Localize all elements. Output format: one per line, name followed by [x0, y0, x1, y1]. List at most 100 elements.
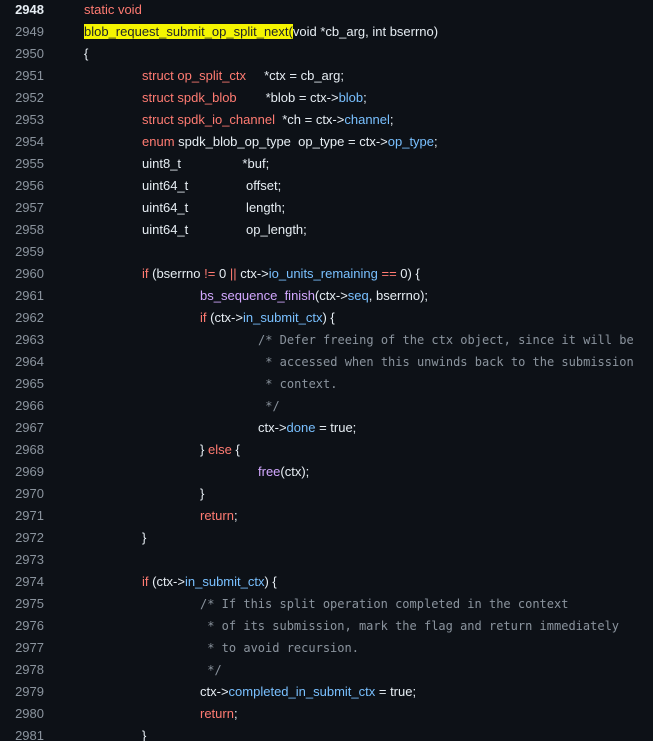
- code-token: ;: [389, 112, 394, 127]
- code-token: completed_in_submit_ctx: [228, 684, 376, 699]
- code-token: ctx->: [258, 420, 287, 435]
- code-text: blob_request_submit_op_split_next(void *…: [84, 21, 438, 43]
- line-number[interactable]: 2961: [0, 285, 44, 307]
- code-text: } else {: [200, 439, 240, 461]
- code-token: 0: [215, 266, 230, 281]
- code-line: 2968 } else {: [0, 439, 653, 461]
- code-text: /* If this split operation completed in …: [200, 593, 568, 615]
- code-line: 2973: [0, 549, 653, 571]
- code-line: 2954 enum spdk_blob_op_type op_type = ctx…: [0, 131, 653, 153]
- line-number[interactable]: 2955: [0, 153, 44, 175]
- line-number[interactable]: 2968: [0, 439, 44, 461]
- line-number[interactable]: 2973: [0, 549, 44, 571]
- line-number[interactable]: 2957: [0, 197, 44, 219]
- line-number[interactable]: 2953: [0, 109, 44, 131]
- code-text: free(ctx);: [258, 461, 309, 483]
- code-text: ctx->done = true;: [258, 417, 356, 439]
- line-number[interactable]: 2948: [0, 0, 44, 21]
- code-line: 2950 {: [0, 43, 653, 65]
- code-token: }: [200, 486, 205, 501]
- line-number[interactable]: 2974: [0, 571, 44, 593]
- code-token: free: [258, 464, 281, 479]
- line-number[interactable]: 2970: [0, 483, 44, 505]
- code-token: return: [200, 508, 234, 523]
- code-line: 2972}: [0, 527, 653, 549]
- code-line: 2959: [0, 241, 653, 263]
- code-line: 2961 bs_sequence_finish(ctx->seq, bserrno…: [0, 285, 653, 307]
- code-line: 2957 uint64_t length;: [0, 197, 653, 219]
- code-text: return;: [200, 505, 238, 527]
- line-number[interactable]: 2962: [0, 307, 44, 329]
- line-number[interactable]: 2954: [0, 131, 44, 153]
- code-token: uint8_t *buf;: [142, 156, 270, 171]
- line-number[interactable]: 2958: [0, 219, 44, 241]
- line-number[interactable]: 2949: [0, 21, 44, 43]
- line-number[interactable]: 2951: [0, 65, 44, 87]
- line-number[interactable]: 2976: [0, 615, 44, 637]
- code-token: ctx->: [200, 684, 229, 699]
- code-token: * context.: [258, 377, 338, 391]
- code-line: 2958 uint64_t op_length;: [0, 219, 653, 241]
- code-line: 2975 /* If this split operation completed…: [0, 593, 653, 615]
- line-number[interactable]: 2981: [0, 725, 44, 741]
- code-text: * to avoid recursion.: [200, 637, 359, 659]
- line-number[interactable]: 2950: [0, 43, 44, 65]
- code-token: * accessed when this unwinds back to the…: [258, 355, 634, 369]
- code-token: in_submit_ctx: [242, 310, 323, 325]
- code-line: 2977 * to avoid recursion.: [0, 637, 653, 659]
- code-line: 2963 /* Defer freeing of the ctx object, …: [0, 329, 653, 351]
- code-token: */: [200, 663, 222, 677]
- code-token: {: [84, 46, 89, 61]
- code-token: struct spdk_io_channel: [142, 112, 275, 127]
- code-token: uint64_t length;: [142, 200, 286, 215]
- line-number[interactable]: 2960: [0, 263, 44, 285]
- code-text: uint64_t offset;: [142, 175, 281, 197]
- code-token: ==: [381, 266, 397, 281]
- code-token: op_type: [387, 134, 435, 149]
- line-number[interactable]: 2971: [0, 505, 44, 527]
- code-line: 2978 */: [0, 659, 653, 681]
- code-token: */: [258, 399, 280, 413]
- code-text: uint64_t op_length;: [142, 219, 307, 241]
- code-token: void *cb_arg, int bserrno): [292, 24, 439, 39]
- line-number[interactable]: 2980: [0, 703, 44, 725]
- line-number[interactable]: 2963: [0, 329, 44, 351]
- code-token: * of its submission, mark the flag and r…: [200, 619, 620, 633]
- line-number[interactable]: 2965: [0, 373, 44, 395]
- code-line: 2953 struct spdk_io_channel *ch = ctx->ch…: [0, 109, 653, 131]
- code-text: }: [200, 483, 204, 505]
- code-text: uint64_t length;: [142, 197, 285, 219]
- code-text: enum spdk_blob_op_type op_type = ctx->op…: [142, 131, 438, 153]
- code-token: channel: [344, 112, 390, 127]
- code-text: */: [258, 395, 280, 417]
- code-line: 2962 if (ctx->in_submit_ctx) {: [0, 307, 653, 329]
- line-number[interactable]: 2978: [0, 659, 44, 681]
- code-line: 2970}: [0, 483, 653, 505]
- line-number[interactable]: 2956: [0, 175, 44, 197]
- line-number[interactable]: 2952: [0, 87, 44, 109]
- code-token: bs_sequence_finish: [200, 288, 315, 303]
- line-number[interactable]: 2964: [0, 351, 44, 373]
- code-token: {: [231, 442, 240, 457]
- line-number[interactable]: 2979: [0, 681, 44, 703]
- code-token: *blob = ctx->: [236, 90, 339, 105]
- line-number[interactable]: 2977: [0, 637, 44, 659]
- code-token: , bserrno);: [368, 288, 429, 303]
- line-number[interactable]: 2967: [0, 417, 44, 439]
- code-token: uint64_t op_length;: [142, 222, 307, 237]
- code-token: *ch = ctx->: [274, 112, 345, 127]
- line-number[interactable]: 2975: [0, 593, 44, 615]
- code-text: * context.: [258, 373, 337, 395]
- line-number[interactable]: 2959: [0, 241, 44, 263]
- line-number[interactable]: 2966: [0, 395, 44, 417]
- code-token: ) {: [264, 574, 277, 589]
- line-number[interactable]: 2969: [0, 461, 44, 483]
- code-token: struct op_split_ctx: [142, 68, 247, 83]
- line-number[interactable]: 2972: [0, 527, 44, 549]
- code-token: 0) {: [396, 266, 420, 281]
- code-token: ) {: [322, 310, 335, 325]
- code-token: ctx->: [236, 266, 269, 281]
- code-token: ;: [233, 508, 238, 523]
- code-text: if (ctx->in_submit_ctx) {: [142, 571, 277, 593]
- code-token: spdk_blob_op_type op_type = ctx->: [174, 134, 388, 149]
